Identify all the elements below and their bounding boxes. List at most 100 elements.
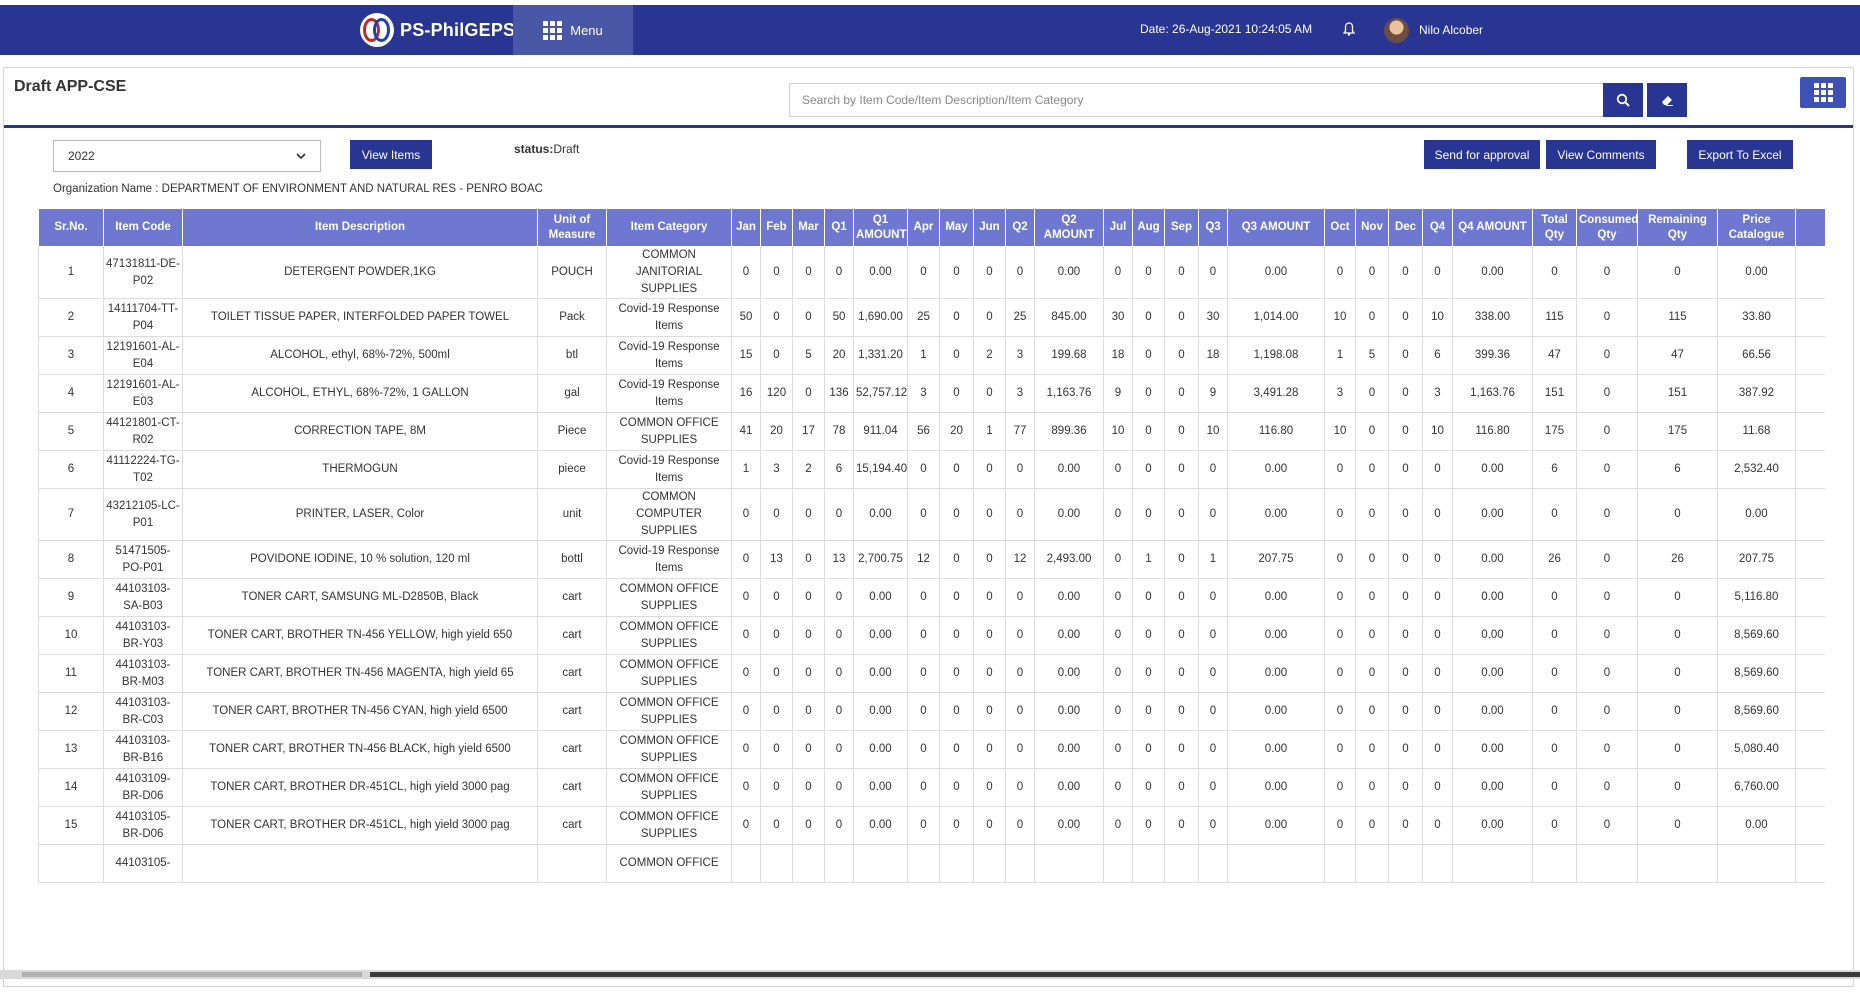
scrollbar-thumb[interactable] — [22, 972, 362, 977]
table-cell: 0 — [1422, 806, 1453, 845]
table-row[interactable]: 11 44103103-BR-M03 TONER CART, BROTHER TN-… — [38, 654, 1825, 693]
table-cell: 0 — [907, 450, 940, 489]
table-cell: 0 — [1388, 768, 1423, 807]
table-row[interactable]: 7 43212105-LC-P01 PRINTER, LASER, Color uni… — [38, 488, 1825, 541]
table-cell: 0.00 — [1717, 246, 1796, 299]
table-cell: 0 — [939, 540, 974, 579]
table-cell: 41112224-TG-T02 — [103, 450, 183, 489]
avatar[interactable] — [1384, 18, 1409, 43]
organization-name: Organization Name : DEPARTMENT OF ENVIRO… — [53, 183, 543, 195]
table-cell: btl — [537, 336, 607, 375]
table-cell: 1 — [1132, 540, 1165, 579]
table-body: 1 47131811-DE-P02 DETERGENT POWDER,1KG POUC… — [38, 246, 1825, 883]
table-cell: 3 — [907, 374, 940, 413]
send-for-approval-button[interactable]: Send for approval — [1424, 140, 1540, 169]
table-row[interactable]: 8 51471505-PO-P01 POVIDONE IODINE, 10 % so… — [38, 540, 1825, 579]
table-row[interactable]: 44103105- COMMON OFFICE — [38, 844, 1825, 883]
table-cell: 0 — [1637, 578, 1718, 617]
org-value: DEPARTMENT OF ENVIRONMENT AND NATURAL RE… — [161, 183, 543, 195]
table-cell: 0 — [1132, 730, 1165, 769]
page-title: Draft APP-CSE — [14, 78, 127, 95]
user-name[interactable]: Nilo Alcober — [1419, 23, 1483, 37]
eraser-icon — [1662, 96, 1673, 106]
table-row[interactable]: 14 44103109-BR-D06 TONER CART, BROTHER DR-… — [38, 768, 1825, 807]
table-cell: 10 — [1324, 412, 1356, 451]
table-cell — [1795, 844, 1825, 883]
table-cell — [973, 844, 1006, 883]
table-row[interactable]: 15 44103105-BR-D06 TONER CART, BROTHER DR-… — [38, 806, 1825, 845]
search-input[interactable] — [789, 83, 1605, 117]
table-cell: 151 — [1637, 374, 1718, 413]
table-cell: 0 — [792, 654, 825, 693]
view-items-button[interactable]: View Items — [350, 140, 432, 169]
table-cell: 0 — [907, 806, 940, 845]
year-select[interactable]: 2022 — [53, 140, 321, 172]
column-header: Sep — [1164, 208, 1199, 247]
header-divider — [4, 125, 1853, 128]
table-cell: 0 — [792, 540, 825, 579]
table-row[interactable]: 4 12191601-AL-E03 ALCOHOL, ETHYL, 68%-72%,… — [38, 374, 1825, 413]
table-cell: 0.00 — [1034, 578, 1104, 617]
table-cell: 0 — [907, 692, 940, 731]
table-cell: 2,0 — [1795, 412, 1825, 451]
apps-icon — [1813, 83, 1833, 102]
items-table-container[interactable]: Sr.No. Item Code Item Description Unit of M… — [38, 208, 1825, 993]
column-header: Price Catalogue — [1717, 208, 1796, 247]
table-cell: 0 — [1532, 654, 1577, 693]
table-cell — [38, 844, 104, 883]
table-cell: 0 — [760, 768, 793, 807]
table-cell: 9 — [38, 578, 104, 617]
table-row[interactable]: 12 44103103-BR-C03 TONER CART, BROTHER TN-… — [38, 692, 1825, 731]
table-cell: 0 — [1637, 730, 1718, 769]
table-row[interactable]: 1 47131811-DE-P02 DETERGENT POWDER,1KG POUC… — [38, 246, 1825, 299]
table-cell: COMMON OFFICE SUPPLIES — [606, 616, 732, 655]
table-cell: 115 — [1637, 298, 1718, 337]
table-row[interactable]: 5 44121801-CT-R02 CORRECTION TAPE, 8M Piece… — [38, 412, 1825, 451]
table-row[interactable]: 3 12191601-AL-E04 ALCOHOL, ethyl, 68%-72%,… — [38, 336, 1825, 375]
table-cell: 0 — [907, 246, 940, 299]
table-cell: 30 — [1198, 298, 1228, 337]
column-header: Oct — [1324, 208, 1356, 247]
scrollbar-track[interactable] — [370, 972, 1860, 977]
table-cell: 0 — [907, 578, 940, 617]
table-cell: 0 — [1164, 540, 1199, 579]
export-excel-button[interactable]: Export To Excel — [1687, 140, 1793, 169]
view-comments-button[interactable]: View Comments — [1546, 140, 1656, 169]
table-cell: 0 — [1198, 578, 1228, 617]
table-cell: 0 — [1132, 654, 1165, 693]
table-cell: 0 — [973, 616, 1006, 655]
table-cell: 1 — [38, 246, 104, 299]
table-cell: 0 — [1388, 540, 1423, 579]
table-cell: 0.00 — [1034, 246, 1104, 299]
table-cell: 0 — [1795, 246, 1825, 299]
logo[interactable]: PS-PhilGEPS — [360, 11, 515, 49]
table-cell: 0 — [1355, 768, 1389, 807]
table-row[interactable]: 10 44103103-BR-Y03 TONER CART, BROTHER TN-… — [38, 616, 1825, 655]
table-cell: 0 — [939, 578, 974, 617]
table-cell: 15,194.40 — [853, 450, 908, 489]
search-button[interactable] — [1603, 83, 1643, 117]
column-header: Q3 — [1198, 208, 1228, 247]
table-cell: 0 — [1422, 488, 1453, 541]
table-cell: 0 — [1324, 616, 1356, 655]
table-row[interactable]: 6 41112224-TG-T02 THERMOGUN piece Covid-19 R… — [38, 450, 1825, 489]
table-cell: 0 — [1388, 336, 1423, 375]
horizontal-scrollbar[interactable] — [0, 970, 1860, 979]
table-cell — [1576, 844, 1638, 883]
table-cell — [792, 844, 825, 883]
table-cell: 18 — [1198, 336, 1228, 375]
menu-button[interactable]: Menu — [513, 5, 633, 55]
table-cell: 3,491.28 — [1227, 374, 1325, 413]
table-cell: 0 — [1532, 730, 1577, 769]
table-row[interactable]: 2 14111704-TT-P04 TOILET TISSUE PAPER, INT… — [38, 298, 1825, 337]
table-cell: 0 — [939, 806, 974, 845]
table-cell: 0 — [1795, 654, 1825, 693]
table-cell: 0 — [1103, 450, 1133, 489]
clear-search-button[interactable] — [1647, 83, 1687, 117]
table-row[interactable]: 9 44103103-SA-B03 TONER CART, SAMSUNG ML-D… — [38, 578, 1825, 617]
bell-icon[interactable] — [1343, 22, 1355, 36]
table-cell: 338.00 — [1452, 298, 1533, 337]
table-cell: 0 — [973, 540, 1006, 579]
table-row[interactable]: 13 44103103-BR-B16 TONER CART, BROTHER TN-… — [38, 730, 1825, 769]
apps-button[interactable] — [1800, 77, 1846, 108]
